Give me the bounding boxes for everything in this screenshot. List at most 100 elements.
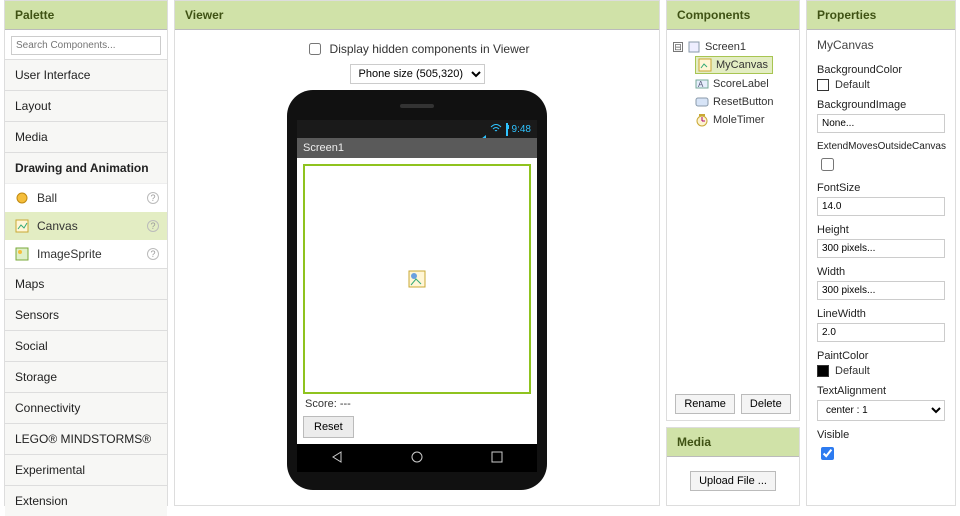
tree-item-resetbutton[interactable]: ResetButton xyxy=(673,93,793,111)
height-input[interactable] xyxy=(817,239,945,258)
palette-cat-user-interface[interactable]: User Interface xyxy=(5,59,167,90)
statusbar: 9:48 xyxy=(297,120,537,138)
extendmoves-checkbox[interactable] xyxy=(821,158,834,171)
prop-paintcolor: PaintColor Default xyxy=(817,350,945,377)
collapse-icon[interactable]: ⊟ xyxy=(673,42,683,52)
palette-item-label: Ball xyxy=(37,191,57,205)
properties-header: Properties xyxy=(807,1,955,30)
palette-cat-maps[interactable]: Maps xyxy=(5,268,167,299)
tree-item-scorelabel[interactable]: A ScoreLabel xyxy=(673,75,793,93)
palette-cat-sensors[interactable]: Sensors xyxy=(5,299,167,330)
palette-cat-drawing-animation[interactable]: Drawing and Animation xyxy=(5,152,167,183)
linewidth-input[interactable] xyxy=(817,323,945,342)
properties-panel: Properties MyCanvas BackgroundColor Defa… xyxy=(806,0,956,506)
recent-icon[interactable] xyxy=(489,450,505,467)
prop-width: Width xyxy=(817,266,945,300)
tree-item-mycanvas[interactable]: MyCanvas xyxy=(695,56,773,74)
prop-textalignment: TextAlignment center : 1 xyxy=(817,385,945,421)
wifi-icon xyxy=(490,123,502,136)
color-swatch-icon xyxy=(817,365,829,377)
viewer-header: Viewer xyxy=(175,1,659,30)
visible-checkbox[interactable] xyxy=(821,447,834,460)
palette-panel: Palette User Interface Layout Media Draw… xyxy=(4,0,168,506)
components-tree: ⊟ Screen1 MyCanvas A xyxy=(667,30,799,388)
prop-backgroundimage: BackgroundImage xyxy=(817,99,945,133)
back-icon[interactable] xyxy=(329,450,345,467)
display-hidden-label: Display hidden components in Viewer xyxy=(330,42,530,56)
svg-text:A: A xyxy=(698,80,704,89)
palette-cat-layout[interactable]: Layout xyxy=(5,90,167,121)
components-panel: Components ⊟ Screen1 MyCanvas xyxy=(666,0,800,421)
screen-icon xyxy=(687,40,701,54)
tree-item-label: MyCanvas xyxy=(716,59,768,71)
components-header: Components xyxy=(667,1,799,30)
width-input[interactable] xyxy=(817,281,945,300)
reset-button[interactable]: Reset xyxy=(303,416,354,438)
palette-item-canvas[interactable]: Canvas ? xyxy=(5,212,167,240)
prop-height: Height xyxy=(817,224,945,258)
canvas-icon xyxy=(15,219,29,233)
button-icon xyxy=(695,95,709,109)
tree-root-label: Screen1 xyxy=(705,41,746,53)
fontsize-input[interactable] xyxy=(817,197,945,216)
property-component-name: MyCanvas xyxy=(817,38,945,52)
score-label: Score: --- xyxy=(303,394,531,414)
help-icon[interactable]: ? xyxy=(147,192,159,204)
textalignment-select[interactable]: center : 1 xyxy=(817,400,945,421)
prop-visible: Visible xyxy=(817,429,945,463)
label-icon: A xyxy=(695,77,709,91)
palette-items: Ball ? Canvas ? ImageSprite ? xyxy=(5,183,167,268)
tree-item-moletimer[interactable]: MoleTimer xyxy=(673,111,793,129)
palette-cat-social[interactable]: Social xyxy=(5,330,167,361)
signal-icon xyxy=(476,124,486,135)
clock-icon xyxy=(695,113,709,127)
display-hidden-checkbox[interactable] xyxy=(309,43,321,55)
prop-linewidth: LineWidth xyxy=(817,308,945,342)
palette-cat-experimental[interactable]: Experimental xyxy=(5,454,167,485)
media-panel: Media Upload File ... xyxy=(666,427,800,506)
palette-header: Palette xyxy=(5,1,167,30)
phone-frame: 9:48 Screen1 Score: --- Reset xyxy=(287,90,547,490)
palette-item-label: Canvas xyxy=(37,219,78,233)
tree-item-label: MoleTimer xyxy=(713,114,765,126)
statusbar-time: 9:48 xyxy=(512,124,531,135)
media-header: Media xyxy=(667,428,799,457)
help-icon[interactable]: ? xyxy=(147,248,159,260)
prop-fontsize: FontSize xyxy=(817,182,945,216)
palette-cat-lego[interactable]: LEGO® MINDSTORMS® xyxy=(5,423,167,454)
palette-cat-extension[interactable]: Extension xyxy=(5,485,167,516)
phone-size-select[interactable]: Phone size (505,320) xyxy=(350,64,485,84)
palette-item-ball[interactable]: Ball ? xyxy=(5,184,167,212)
palette-item-imagesprite[interactable]: ImageSprite ? xyxy=(5,240,167,268)
phone-navbar xyxy=(297,444,537,472)
color-swatch-icon xyxy=(817,79,829,91)
phone-speaker-icon xyxy=(400,104,434,108)
help-icon[interactable]: ? xyxy=(147,220,159,232)
paintcolor-value[interactable]: Default xyxy=(817,365,945,377)
screen-content: Score: --- Reset xyxy=(297,158,537,444)
palette-cat-storage[interactable]: Storage xyxy=(5,361,167,392)
tree-item-label: ResetButton xyxy=(713,96,774,108)
palette-cat-media[interactable]: Media xyxy=(5,121,167,152)
tree-item-label: ScoreLabel xyxy=(713,78,769,90)
viewer-panel: Viewer Display hidden components in View… xyxy=(174,0,660,506)
mole-sprite-icon[interactable] xyxy=(408,270,426,288)
backgroundimage-input[interactable] xyxy=(817,114,945,133)
canvas-icon xyxy=(698,58,712,72)
mycanvas-area[interactable] xyxy=(303,164,531,394)
home-icon[interactable] xyxy=(409,450,425,467)
palette-search-input[interactable] xyxy=(11,36,161,55)
battery-icon xyxy=(506,124,508,135)
upload-file-button[interactable]: Upload File ... xyxy=(690,471,776,491)
prop-backgroundcolor: BackgroundColor Default xyxy=(817,64,945,91)
ball-icon xyxy=(15,191,29,205)
backgroundcolor-value[interactable]: Default xyxy=(817,79,945,91)
screen-title: Screen1 xyxy=(297,138,537,158)
palette-item-label: ImageSprite xyxy=(37,247,102,261)
prop-extendmoves: ExtendMovesOutsideCanvas xyxy=(817,141,945,174)
delete-button[interactable]: Delete xyxy=(741,394,791,414)
rename-button[interactable]: Rename xyxy=(675,394,735,414)
palette-cat-connectivity[interactable]: Connectivity xyxy=(5,392,167,423)
tree-root[interactable]: ⊟ Screen1 xyxy=(673,38,793,56)
imagesprite-icon xyxy=(15,247,29,261)
